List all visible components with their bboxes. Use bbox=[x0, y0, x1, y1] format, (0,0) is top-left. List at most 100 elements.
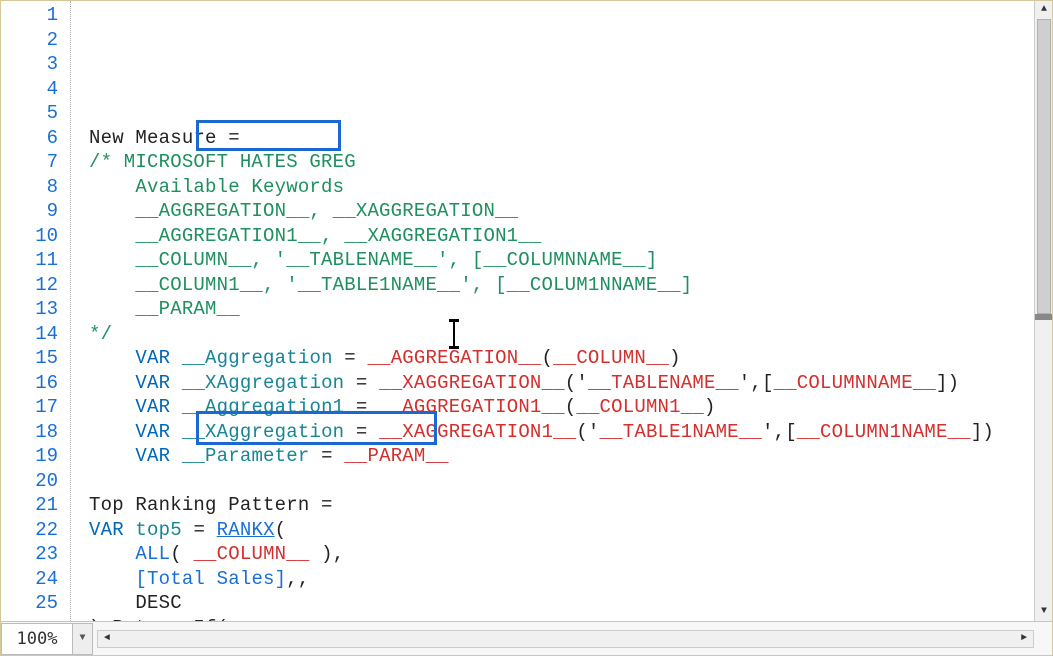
vertical-scrollbar[interactable]: ▲ ▼ bbox=[1034, 1, 1052, 621]
code-token: [Total Sales] bbox=[135, 568, 286, 590]
code-token: ( bbox=[170, 543, 193, 565]
code-token: __AGGREGATION1__, __XAGGREGATION1__ bbox=[89, 225, 541, 247]
code-token: __Parameter bbox=[182, 445, 310, 467]
code-token: VAR bbox=[135, 396, 170, 418]
code-token bbox=[89, 421, 135, 443]
code-line[interactable]: VAR __XAggregation = __XAGGREGATION1__('… bbox=[89, 420, 1034, 445]
code-token: __COLUMN__ bbox=[553, 347, 669, 369]
code-token bbox=[124, 519, 136, 541]
code-line[interactable]: VAR __XAggregation = __XAGGREGATION__('_… bbox=[89, 371, 1034, 396]
code-line[interactable]: Available Keywords bbox=[89, 175, 1034, 200]
code-line[interactable]: [Total Sales],, bbox=[89, 567, 1034, 592]
code-token bbox=[170, 396, 182, 418]
code-token: __PARAM__ bbox=[89, 298, 240, 320]
status-bar: 100% ▼ ◄ ► bbox=[1, 621, 1052, 655]
code-line[interactable]: VAR __Aggregation1 = __AGGREGATION1__(__… bbox=[89, 395, 1034, 420]
line-number: 4 bbox=[1, 77, 58, 102]
line-number: 23 bbox=[1, 542, 58, 567]
code-token: __COLUMN1__, '__TABLE1NAME__', [__COLUM1… bbox=[89, 274, 692, 296]
code-line[interactable]: VAR __Parameter = __PARAM__ bbox=[89, 444, 1034, 469]
code-token: Top Ranking Pattern = bbox=[89, 494, 333, 516]
line-number-gutter: 1234567891011121314151617181920212223242… bbox=[1, 1, 71, 621]
code-token: __COLUMN1NAME__ bbox=[797, 421, 971, 443]
code-token: ( bbox=[542, 347, 554, 369]
code-token: __AGGREGATION__, __XAGGREGATION__ bbox=[89, 200, 518, 222]
zoom-dropdown-icon[interactable]: ▼ bbox=[73, 623, 93, 655]
code-line[interactable]: VAR __Aggregation = __AGGREGATION__(__CO… bbox=[89, 346, 1034, 371]
code-line[interactable]: __AGGREGATION1__, __XAGGREGATION1__ bbox=[89, 224, 1034, 249]
line-number: 5 bbox=[1, 101, 58, 126]
code-line[interactable]: ALL( __COLUMN__ ), bbox=[89, 542, 1034, 567]
code-token: DESC bbox=[89, 592, 182, 614]
text-caret bbox=[453, 322, 455, 346]
code-token bbox=[89, 445, 135, 467]
code-token: ]) bbox=[971, 421, 994, 443]
code-token bbox=[89, 568, 135, 590]
code-token bbox=[89, 470, 101, 492]
code-token bbox=[170, 421, 182, 443]
code-line[interactable]: New Measure = bbox=[89, 126, 1034, 151]
code-line[interactable]: /* MICROSOFT HATES GREG bbox=[89, 150, 1034, 175]
code-token: VAR bbox=[135, 445, 170, 467]
code-line[interactable]: __COLUMN__, '__TABLENAME__', [__COLUMNNA… bbox=[89, 248, 1034, 273]
scroll-left-arrow-icon[interactable]: ◄ bbox=[98, 631, 116, 647]
code-token: ( bbox=[565, 396, 577, 418]
code-token: ',[ bbox=[739, 372, 774, 394]
code-token: = bbox=[344, 396, 379, 418]
scroll-up-arrow-icon[interactable]: ▲ bbox=[1035, 1, 1052, 19]
code-line[interactable]: __PARAM__ bbox=[89, 297, 1034, 322]
code-token bbox=[89, 372, 135, 394]
vertical-scrollbar-thumb[interactable] bbox=[1037, 19, 1051, 314]
line-number: 20 bbox=[1, 469, 58, 494]
scroll-down-arrow-icon[interactable]: ▼ bbox=[1035, 603, 1052, 621]
code-token: = bbox=[309, 445, 344, 467]
code-token: __Aggregation1 bbox=[182, 396, 344, 418]
zoom-level[interactable]: 100% bbox=[1, 623, 73, 655]
code-line[interactable]: Top Ranking Pattern = bbox=[89, 493, 1034, 518]
code-token: VAR bbox=[89, 519, 124, 541]
code-token: __PARAM__ bbox=[344, 445, 448, 467]
line-number: 17 bbox=[1, 395, 58, 420]
code-token: Available Keywords bbox=[89, 176, 344, 198]
scroll-right-arrow-icon[interactable]: ► bbox=[1015, 631, 1033, 647]
line-number: 6 bbox=[1, 126, 58, 151]
code-token bbox=[170, 445, 182, 467]
line-number: 3 bbox=[1, 52, 58, 77]
line-number: 22 bbox=[1, 518, 58, 543]
code-token: New Measure = bbox=[89, 127, 240, 149]
code-token bbox=[89, 543, 135, 565]
code-token: = bbox=[344, 372, 379, 394]
code-token: __AGGREGATION1__ bbox=[379, 396, 565, 418]
line-number: 11 bbox=[1, 248, 58, 273]
code-token: = bbox=[182, 519, 217, 541]
line-number: 12 bbox=[1, 273, 58, 298]
code-line[interactable]: __COLUMN1__, '__TABLE1NAME__', [__COLUM1… bbox=[89, 273, 1034, 298]
line-number: 19 bbox=[1, 444, 58, 469]
code-line[interactable]: VAR top5 = RANKX( bbox=[89, 518, 1034, 543]
code-token: ( bbox=[275, 519, 287, 541]
line-number: 14 bbox=[1, 322, 58, 347]
horizontal-scrollbar[interactable]: ◄ ► bbox=[97, 630, 1034, 648]
code-token: __XAGGREGATION__ bbox=[379, 372, 565, 394]
code-token: __TABLENAME__ bbox=[588, 372, 739, 394]
code-area[interactable]: New Measure =/* MICROSOFT HATES GREG Ava… bbox=[71, 1, 1034, 621]
code-line[interactable]: */ bbox=[89, 322, 1034, 347]
code-token: ',[ bbox=[762, 421, 797, 443]
code-token: ) bbox=[704, 396, 716, 418]
code-token: __AGGREGATION__ bbox=[367, 347, 541, 369]
code-line[interactable]: __AGGREGATION__, __XAGGREGATION__ bbox=[89, 199, 1034, 224]
code-token: top5 bbox=[135, 519, 181, 541]
line-number: 18 bbox=[1, 420, 58, 445]
line-number: 7 bbox=[1, 150, 58, 175]
scrollbar-marker bbox=[1035, 314, 1052, 320]
code-token: ,, bbox=[286, 568, 309, 590]
code-token: /* MICROSOFT HATES GREG bbox=[89, 151, 356, 173]
code-token: __TABLE1NAME__ bbox=[600, 421, 762, 443]
line-number: 1 bbox=[1, 3, 58, 28]
line-number: 9 bbox=[1, 199, 58, 224]
code-editor[interactable]: 1234567891011121314151617181920212223242… bbox=[1, 1, 1052, 621]
code-token: __XAggregation bbox=[182, 421, 344, 443]
code-token: __COLUMN__, '__TABLENAME__', [__COLUMNNA… bbox=[89, 249, 658, 271]
code-line[interactable] bbox=[89, 469, 1034, 494]
code-line[interactable]: DESC bbox=[89, 591, 1034, 616]
